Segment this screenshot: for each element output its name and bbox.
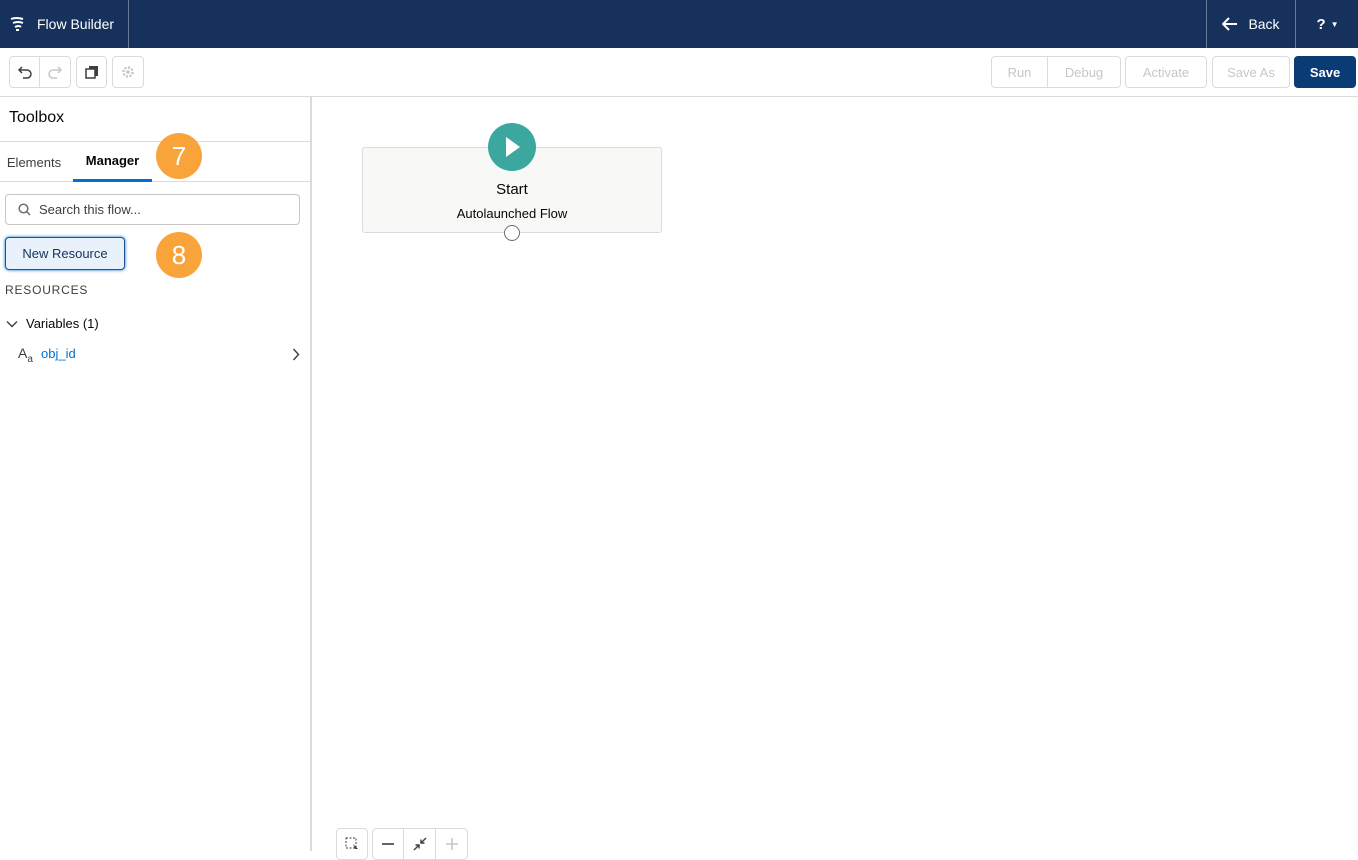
gear-icon [122, 66, 134, 78]
settings-button[interactable] [112, 56, 144, 88]
fit-to-view-button[interactable] [404, 828, 436, 860]
variables-group-label: Variables (1) [26, 316, 99, 331]
activate-button[interactable]: Activate [1125, 56, 1207, 88]
undo-redo-group [9, 56, 71, 88]
zoom-out-button[interactable] [372, 828, 404, 860]
resources-heading: RESOURCES [5, 283, 89, 297]
search-input[interactable] [39, 202, 279, 217]
search-icon [18, 203, 31, 216]
arrow-left-icon [1222, 17, 1238, 31]
redo-button[interactable] [40, 56, 71, 88]
help-icon: ? [1316, 15, 1326, 33]
zoom-controls [336, 828, 468, 860]
debug-button[interactable]: Debug [1048, 56, 1121, 88]
help-menu-button[interactable]: ? ▼ [1297, 0, 1358, 48]
marquee-select-icon [345, 837, 358, 849]
run-button[interactable]: Run [991, 56, 1048, 88]
app-header: Flow Builder Back ? ▼ [0, 0, 1358, 48]
save-as-button[interactable]: Save As [1212, 56, 1290, 88]
back-button[interactable]: Back [1206, 0, 1296, 48]
new-resource-button[interactable]: New Resource [5, 237, 125, 270]
undo-button[interactable] [9, 56, 40, 88]
zoom-in-button[interactable] [436, 828, 468, 860]
app-title: Flow Builder [37, 16, 115, 32]
tab-elements[interactable]: Elements [0, 142, 68, 182]
copy-button[interactable] [76, 56, 107, 88]
minus-icon [382, 843, 394, 845]
plus-icon [445, 838, 458, 850]
flow-logo-icon [10, 17, 24, 31]
marquee-select-button[interactable] [336, 828, 368, 860]
chevron-down-icon [6, 320, 18, 327]
start-element-label: Start [496, 181, 528, 198]
tab-manager[interactable]: Manager [73, 142, 152, 182]
callout-badge-8: 8 [156, 232, 202, 278]
start-element-type: Autolaunched Flow [456, 206, 568, 221]
play-icon [488, 123, 536, 171]
app-title-area: Flow Builder [0, 0, 129, 48]
chevron-down-icon: ▼ [1330, 19, 1339, 29]
toolbox-panel: Toolbox Elements Manager 7 New Resource … [0, 97, 312, 851]
flow-canvas[interactable]: Start Autolaunched Flow [314, 97, 1358, 860]
undo-icon [17, 66, 32, 79]
run-debug-group: Run Debug [991, 56, 1121, 88]
connector-node[interactable] [504, 225, 520, 241]
variable-name[interactable]: obj_id [41, 346, 76, 361]
variables-section-toggle[interactable]: Variables (1) [6, 316, 99, 331]
toolbox-title: Toolbox [9, 109, 65, 126]
toolbar: Run Debug Activate Save As Save [0, 48, 1358, 97]
copy-icon [84, 66, 98, 79]
text-type-icon: Aa [18, 345, 33, 365]
chevron-right-icon[interactable] [292, 348, 300, 361]
callout-badge-7: 7 [156, 133, 202, 179]
save-button[interactable]: Save [1294, 56, 1356, 88]
redo-icon [48, 66, 62, 79]
back-label: Back [1248, 16, 1280, 32]
search-flow-field[interactable] [5, 194, 300, 225]
list-item[interactable]: Aa obj_id [0, 343, 310, 365]
contract-icon [413, 837, 426, 851]
